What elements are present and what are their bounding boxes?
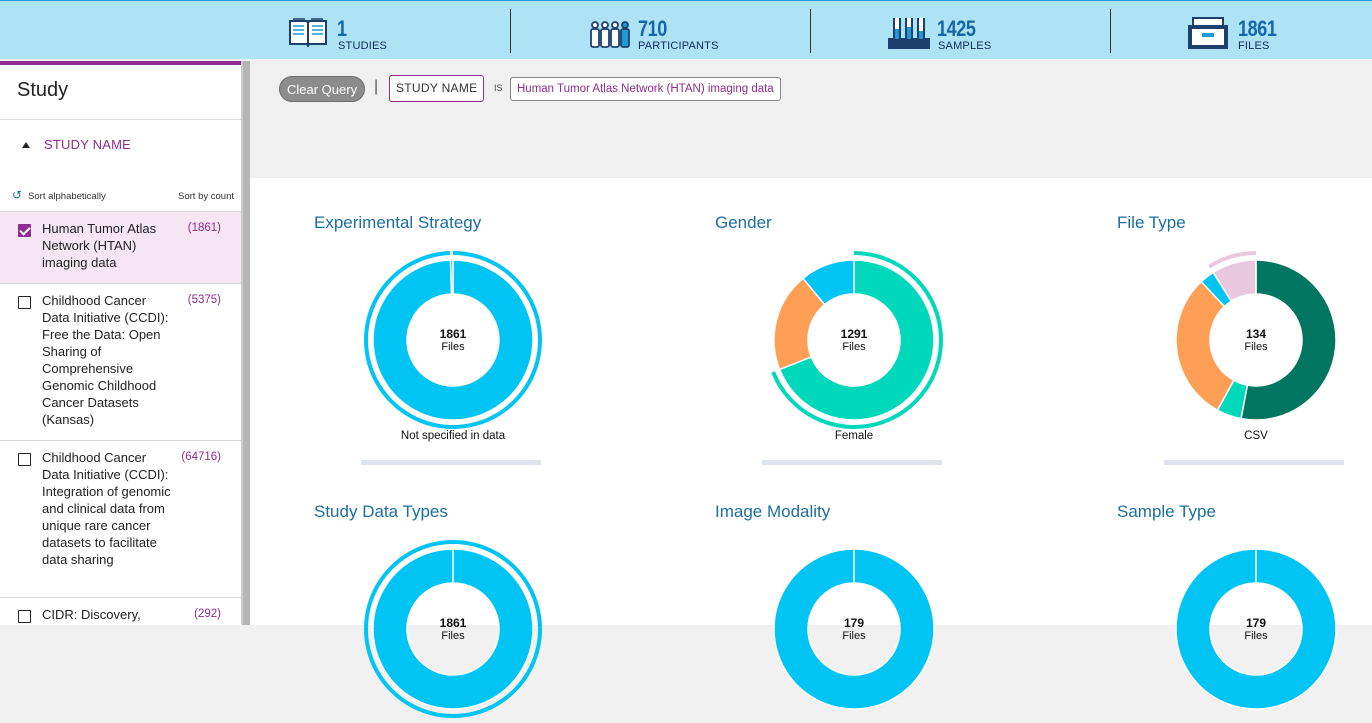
participants-icon — [590, 21, 630, 48]
stat-divider — [1110, 9, 1111, 53]
facet-item-count: (292) — [194, 608, 221, 620]
stats-bar: 1 STUDIES 710 PARTICIPANTS 1425 SAMPLES … — [0, 0, 1372, 59]
checkbox[interactable] — [18, 296, 31, 309]
donut-center-value: 1291 — [841, 327, 868, 341]
checkbox[interactable] — [18, 453, 31, 466]
test-tubes-icon — [888, 18, 930, 49]
chart-title: Study Data Types — [314, 502, 448, 521]
donut-center-value: 1861 — [440, 616, 467, 630]
query-field-chip[interactable]: STUDY NAME — [389, 75, 485, 102]
query-separator: | — [374, 78, 379, 95]
stat-value: 1861 — [1238, 16, 1277, 41]
book-icon — [289, 18, 327, 47]
divider — [0, 119, 241, 120]
donut-center-unit: Files — [441, 630, 465, 642]
donut-chart[interactable]: 1861Files — [363, 249, 543, 434]
chart-title: File Type — [1117, 213, 1186, 232]
facet-item-count: (64716) — [181, 451, 221, 463]
sidebar-scrollbar[interactable] — [242, 61, 250, 625]
scrollbar-thumb[interactable] — [243, 61, 250, 625]
donut-center-value: 1861 — [440, 327, 467, 341]
stat-divider — [510, 9, 511, 53]
facet-header-study-name[interactable]: STUDY NAME — [22, 137, 131, 152]
checkbox[interactable] — [18, 224, 31, 237]
chart-scroll-bar[interactable] — [1164, 460, 1344, 465]
collapse-triangle-icon[interactable] — [22, 142, 30, 148]
chart-title: Experimental Strategy — [314, 213, 482, 232]
slice-label: Not specified in data — [400, 430, 506, 442]
stat-divider — [810, 9, 811, 53]
facet-item-label: Childhood Cancer Data Initiative (CCDI):… — [42, 450, 171, 567]
donut-chart[interactable]: 179Files — [1166, 538, 1346, 723]
sidebar-title: Study — [17, 79, 69, 101]
slice-label: CSV — [1244, 430, 1268, 442]
sidebar-accent-line — [0, 61, 241, 65]
chart-scroll-bar[interactable] — [361, 460, 541, 465]
donut-center-value: 134 — [1246, 327, 1266, 341]
donut-center-unit: Files — [1244, 341, 1268, 353]
donut-center-value: 179 — [844, 616, 864, 630]
facet-label: STUDY NAME — [44, 137, 131, 152]
chart-scroll-bar[interactable] — [762, 460, 942, 465]
donut-center-unit: Files — [441, 341, 465, 353]
facet-item-label: Human Tumor Atlas Network (HTAN) imaging… — [42, 221, 157, 270]
pie-slice[interactable] — [449, 259, 454, 295]
donut-chart[interactable]: 1291Files — [764, 249, 944, 434]
checkbox[interactable] — [18, 610, 31, 623]
clear-query-button[interactable]: Clear Query — [279, 76, 366, 102]
facet-item-label: CIDR: Discovery, — [42, 607, 141, 622]
chart-title: Gender — [715, 213, 772, 232]
facet-item[interactable]: Childhood Cancer Data Initiative (CCDI):… — [0, 440, 241, 597]
stat-label: SAMPLES — [938, 40, 992, 52]
facet-item-label: Childhood Cancer Data Initiative (CCDI):… — [42, 293, 169, 427]
stat-label: PARTICIPANTS — [638, 40, 719, 52]
sort-by-count-button[interactable]: Sort by count — [178, 191, 234, 202]
donut-center-unit: Files — [842, 630, 866, 642]
facet-item-count: (5375) — [187, 294, 221, 306]
facet-item[interactable]: Childhood Cancer Data Initiative (CCDI):… — [0, 283, 241, 440]
slice-label: Female — [834, 430, 874, 442]
query-value-chip[interactable]: Human Tumor Atlas Network (HTAN) imaging… — [510, 77, 781, 101]
donut-center-unit: Files — [1244, 630, 1268, 642]
sort-alphabetically-button[interactable]: ↺ Sort alphabetically — [12, 188, 106, 202]
facet-item-count: (1861) — [187, 222, 221, 234]
undo-icon: ↺ — [12, 188, 23, 202]
sort-alpha-label: Sort alphabetically — [28, 191, 106, 202]
stat-value: 1425 — [937, 16, 976, 41]
query-operator: IS — [494, 83, 503, 93]
stat-value: 710 — [638, 16, 667, 41]
stat-label: STUDIES — [338, 40, 388, 52]
query-bar: Clear Query | STUDY NAME IS Human Tumor … — [250, 61, 1372, 178]
stat-label: FILES — [1238, 40, 1270, 52]
donut-center-value: 179 — [1246, 616, 1266, 630]
donut-chart[interactable]: 1861Files — [363, 538, 543, 723]
chart-title: Sample Type — [1117, 502, 1216, 521]
facet-item[interactable]: CIDR: Discovery, (292) — [0, 597, 241, 625]
stat-value: 1 — [337, 16, 347, 41]
file-box-icon — [1188, 17, 1228, 49]
charts-area: Experimental Strategy 1861 Files Not specif… — [250, 178, 1372, 718]
donut-chart[interactable]: 134Files — [1166, 249, 1346, 434]
chart-title: Image Modality — [715, 502, 831, 521]
donut-chart[interactable]: 179Files — [764, 538, 944, 723]
facet-item[interactable]: Human Tumor Atlas Network (HTAN) imaging… — [0, 211, 241, 283]
facet-sidebar: Study STUDY NAME ↺ Sort alphabetically So… — [0, 61, 242, 625]
donut-center-unit: Files — [842, 341, 866, 353]
